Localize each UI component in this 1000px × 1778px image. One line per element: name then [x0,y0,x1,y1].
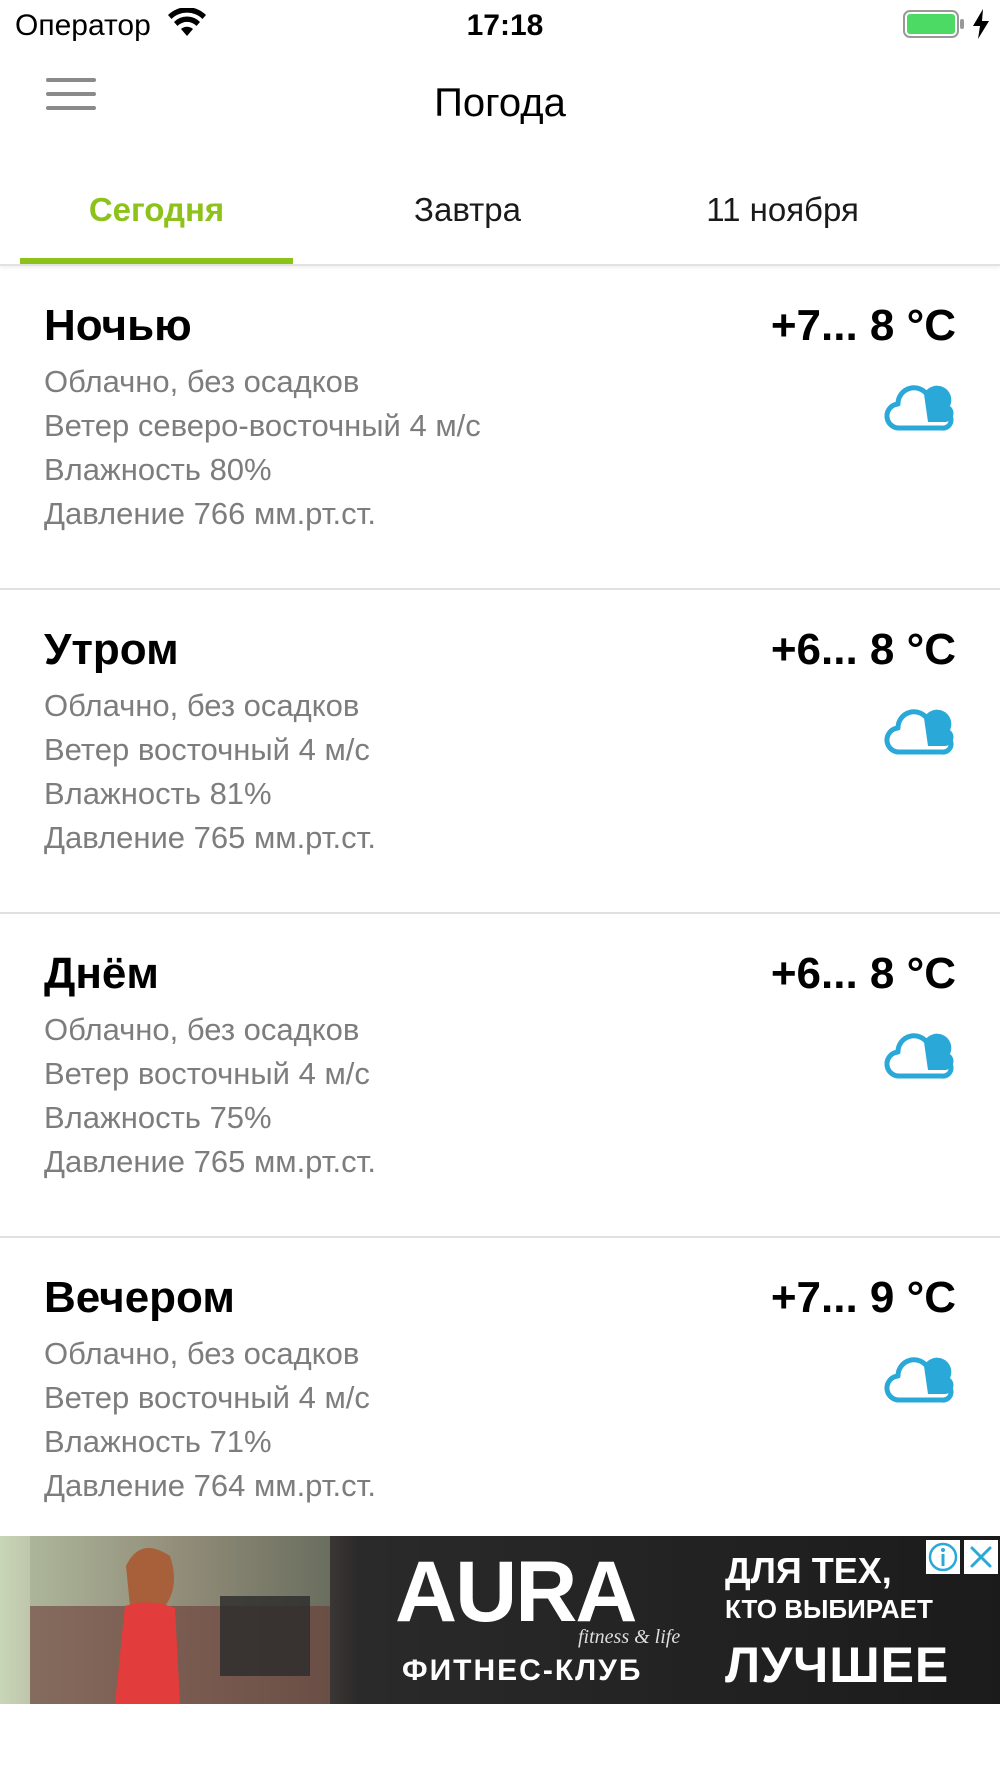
forecast-item-night: Ночью +7... 8 °C Облачно, без осадков Ве… [0,266,1000,590]
temperature: +6... 8 °C [770,625,956,674]
ad-info-icon[interactable] [926,1540,960,1574]
weather-screen: Оператор 17:18 Погода Сегодня Завтра 11 … [0,0,1000,1778]
wind-text: Ветер северо-восточный 4 м/с [44,408,481,443]
temperature: +7... 9 °C [770,1273,956,1322]
condition-text: Облачно, без осадков [44,364,360,399]
active-tab-indicator [20,258,293,264]
period-title: Ночью [44,301,192,350]
humidity-text: Влажность 81% [44,776,272,811]
condition-text: Облачно, без осадков [44,688,360,723]
battery-icon [903,10,964,38]
clock: 17:18 [466,9,544,42]
wind-text: Ветер восточный 4 м/с [44,1056,370,1091]
pressure-text: Давление 766 мм.рт.ст. [44,496,376,531]
forecast-details: Облачно, без осадков Ветер северо-восточ… [44,360,481,536]
ad-slogan-line2: КТО ВЫБИРАЕТ [725,1594,933,1624]
ad-photo-image [30,1536,330,1704]
wind-text: Ветер восточный 4 м/с [44,732,370,767]
charging-bolt-icon [973,9,989,39]
status-bar: Оператор 17:18 [0,0,1000,52]
forecast-list: Ночью +7... 8 °C Облачно, без осадков Ве… [0,266,1000,1562]
cloud-icon [884,385,954,431]
ad-close-icon[interactable] [964,1540,998,1574]
day-tabs: Сегодня Завтра 11 ноября [0,160,1000,266]
tab-tomorrow[interactable]: Завтра [330,160,605,264]
tab-date-label: 11 ноября [706,191,859,228]
ad-club-text: ФИТНЕС-КЛУБ [402,1654,643,1687]
tab-today-label: Сегодня [88,191,225,228]
ad-slogan-line3: ЛУЧШЕЕ [725,1637,950,1693]
condition-text: Облачно, без осадков [44,1012,360,1047]
tab-tomorrow-label: Завтра [414,191,521,228]
tab-date[interactable]: 11 ноября [640,160,925,264]
ad-brand-subtitle: fitness & life [578,1626,681,1648]
pressure-text: Давление 765 мм.рт.ст. [44,820,376,855]
wind-text: Ветер восточный 4 м/с [44,1380,370,1415]
pressure-text: Давление 765 мм.рт.ст. [44,1144,376,1179]
humidity-text: Влажность 80% [44,452,272,487]
ad-banner[interactable]: AURA fitness & life ФИТНЕС-КЛУБ ДЛЯ ТЕХ,… [0,1536,1000,1704]
period-title: Утром [44,625,179,674]
period-title: Вечером [44,1273,235,1322]
forecast-details: Облачно, без осадков Ветер восточный 4 м… [44,684,376,860]
nav-bar: Погода [0,52,1000,152]
cloud-icon [884,1033,954,1079]
forecast-details: Облачно, без осадков Ветер восточный 4 м… [44,1008,376,1184]
period-title: Днём [44,949,159,998]
cloud-icon [884,709,954,755]
humidity-text: Влажность 75% [44,1100,272,1135]
temperature: +6... 8 °C [770,949,956,998]
cloud-icon [884,1357,954,1403]
condition-text: Облачно, без осадков [44,1336,360,1371]
ad-slogan-line1: ДЛЯ ТЕХ, [725,1550,892,1591]
forecast-item-day: Днём +6... 8 °C Облачно, без осадков Вет… [0,914,1000,1238]
page-title: Погода [434,81,566,125]
forecast-details: Облачно, без осадков Ветер восточный 4 м… [44,1332,376,1508]
humidity-text: Влажность 71% [44,1424,272,1459]
pressure-text: Давление 764 мм.рт.ст. [44,1468,376,1503]
temperature: +7... 8 °C [770,301,956,350]
forecast-item-morning: Утром +6... 8 °C Облачно, без осадков Ве… [0,590,1000,914]
tab-today[interactable]: Сегодня [20,160,293,264]
forecast-item-evening: Вечером +7... 9 °C Облачно, без осадков … [0,1238,1000,1562]
